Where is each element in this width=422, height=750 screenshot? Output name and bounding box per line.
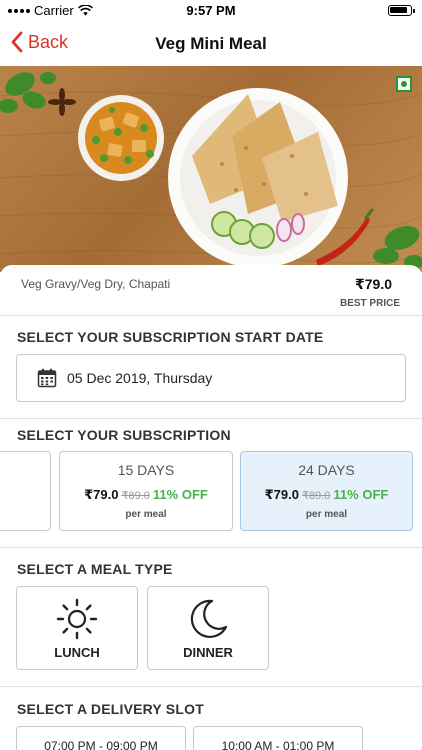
plan-original-price: ₹89.0 [121,490,150,502]
plan-price: ₹79.0 [84,487,119,502]
plan-unit: per meal [125,509,167,520]
delivery-slot-label: 07:00 PM - 09:00 PM [44,739,158,750]
status-bar: Carrier 9:57 PM [0,0,422,22]
meal-type-label: LUNCH [54,645,100,660]
meal-type-lunch[interactable]: LUNCH [16,586,138,670]
subscription-plan-card[interactable] [0,451,51,531]
meal-type-dinner[interactable]: DINNER [147,586,269,670]
delivery-slot-option[interactable]: 10:00 AM - 01:00 PM [193,726,363,750]
page-title: Veg Mini Meal [155,34,267,53]
veg-indicator-icon [396,76,412,92]
plan-discount: 11% OFF [152,487,208,502]
divider [0,315,422,316]
plan-price-row: ₹79.0 ₹89.0 11% OFF [60,487,232,503]
meal-type-heading: SELECT A MEAL TYPE [17,561,173,577]
delivery-slot-heading: SELECT A DELIVERY SLOT [17,701,204,717]
start-date-field[interactable]: 05 Dec 2019, Thursday [16,354,406,402]
moon-icon [190,599,228,638]
divider [0,547,422,548]
subscription-heading: SELECT YOUR SUBSCRIPTION [17,427,231,443]
plan-original-price: ₹89.0 [302,490,331,502]
start-date-value: 05 Dec 2019, Thursday [67,370,213,386]
navigation-bar: Back Veg Mini Meal [0,22,422,66]
subscription-plans: 15 DAYS ₹79.0 ₹89.0 11% OFF per meal 24 DA… [0,451,422,531]
plan-days: 15 DAYS [117,462,175,478]
meal-details-card: Veg Gravy/Veg Dry, Chapati ₹79.0 BEST PR… [0,265,422,750]
best-price-label: BEST PRICE [339,298,400,309]
meal-type-label: DINNER [183,645,233,660]
plan-price: ₹79.0 [264,487,299,502]
subscription-plan-card-selected[interactable]: 24 DAYS ₹79.0 ₹89.0 11% OFF per meal [240,451,413,531]
delivery-slot-option[interactable]: 07:00 PM - 09:00 PM [16,726,186,750]
battery-icon [388,5,415,16]
delivery-slot-label: 10:00 AM - 01:00 PM [221,739,335,750]
plan-discount: 11% OFF [333,487,389,502]
divider [0,418,422,419]
meal-price: ₹79.0 [355,276,392,292]
meal-description: Veg Gravy/Veg Dry, Chapati [21,277,171,291]
plan-price-row: ₹79.0 ₹89.0 11% OFF [241,487,412,503]
plan-days: 24 DAYS [298,462,355,478]
start-date-heading: SELECT YOUR SUBSCRIPTION START DATE [17,329,324,345]
status-time: 9:57 PM [186,3,236,18]
plan-unit: per meal [305,509,348,520]
calendar-icon [37,368,57,388]
sun-icon [56,598,98,640]
meal-hero-image [0,66,422,272]
subscription-plan-card[interactable]: 15 DAYS ₹79.0 ₹89.0 11% OFF per meal [59,451,233,531]
divider [0,686,422,687]
